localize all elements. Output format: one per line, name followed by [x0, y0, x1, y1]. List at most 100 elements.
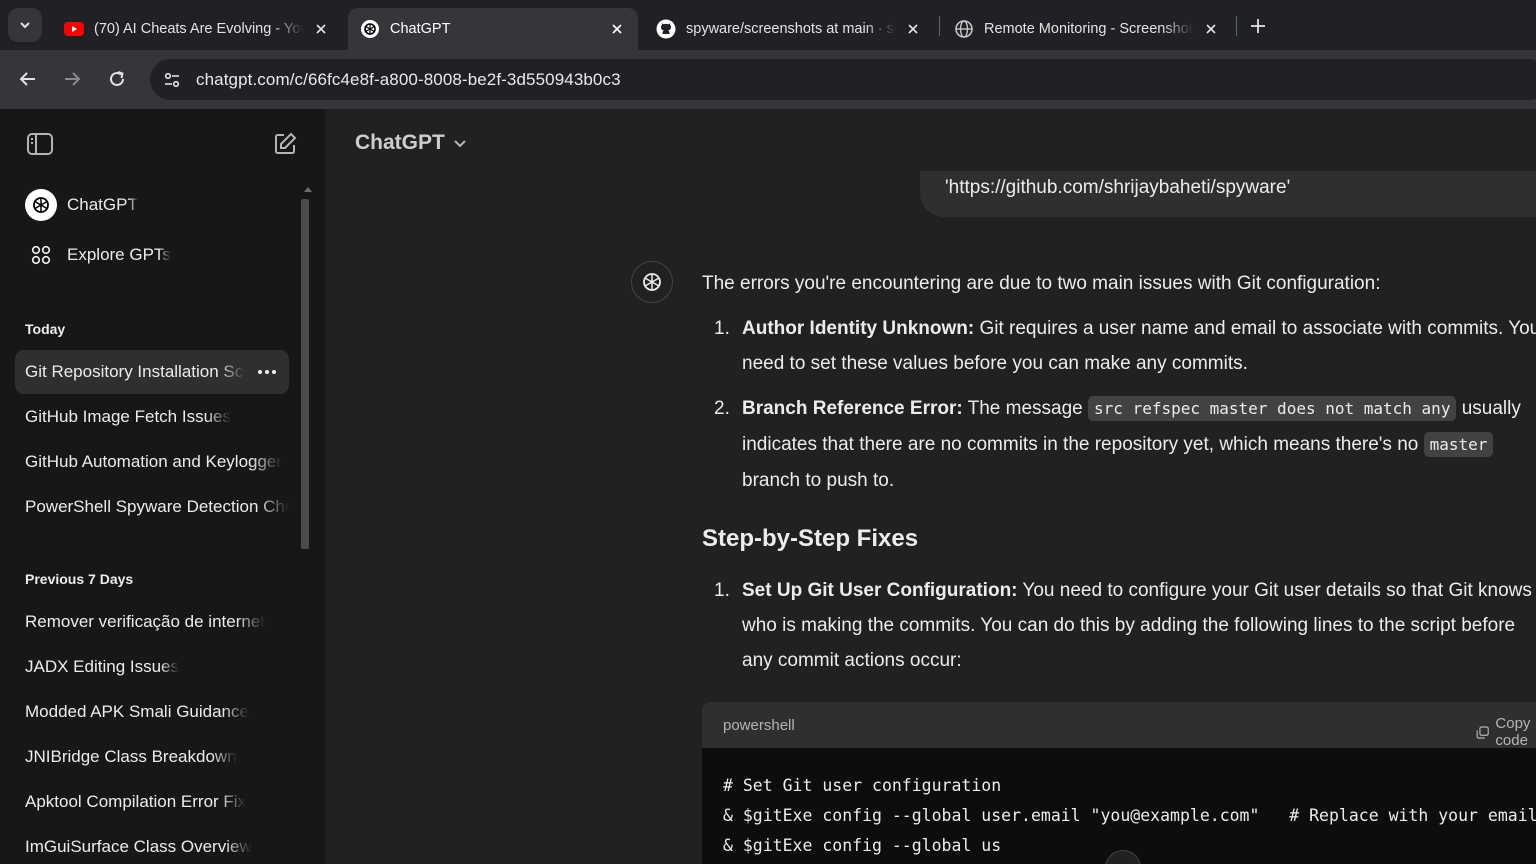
sidebar-toggle-icon: [27, 133, 53, 155]
chat-title: GitHub Automation and Keylogger: [25, 452, 283, 471]
tab-title: Remote Monitoring - Screenshots: [984, 21, 1194, 37]
inline-code: src refspec master does not match any: [1088, 396, 1457, 421]
chat-title: Git Repository Installation Script: [25, 362, 245, 381]
list-item: 1. Author Identity Unknown: Git requires…: [702, 311, 1536, 381]
openai-icon: [643, 273, 661, 291]
section-heading: Step-by-Step Fixes: [702, 525, 919, 552]
list-item-title: Author Identity Unknown:: [742, 318, 975, 339]
new-tab-button[interactable]: [1244, 12, 1272, 40]
chat-history-item[interactable]: GitHub Automation and Keylogger: [15, 440, 289, 484]
tab-youtube[interactable]: (70) AI Cheats Are Evolving - YouTube: [52, 8, 342, 50]
reload-icon: [110, 71, 124, 86]
chevron-down-icon: [454, 140, 466, 148]
chat-history-item[interactable]: Remover verificação de internet: [15, 600, 289, 644]
chat-title: Apktool Compilation Error Fix: [25, 792, 247, 811]
chevron-down-icon: [20, 22, 30, 29]
chat-title: JADX Editing Issues: [25, 657, 180, 676]
tab-github[interactable]: spyware/screenshots at main · shrijaybah…: [644, 8, 934, 50]
assistant-intro-paragraph: The errors you're encountering are due t…: [702, 273, 1381, 294]
list-item: 2. Branch Reference Error: The message s…: [702, 391, 1536, 499]
sidebar-item-chatgpt[interactable]: ChatGPT: [15, 183, 289, 227]
tab-title: (70) AI Cheats Are Evolving - YouTube: [94, 21, 304, 37]
reload-button[interactable]: [102, 64, 132, 94]
sidebar-item-explore-gpts[interactable]: Explore GPTs: [15, 233, 289, 277]
code-language-label: powershell: [723, 716, 795, 734]
list-number: 1.: [714, 318, 730, 339]
close-icon[interactable]: [608, 20, 626, 38]
section-heading-today: Today: [25, 321, 66, 337]
sidebar-item-label: Explore GPTs: [67, 245, 171, 264]
model-selector[interactable]: ChatGPT: [355, 131, 467, 155]
sidebar: ChatGPT Explore GPTs Today Git Repositor…: [0, 109, 325, 864]
youtube-icon: [64, 22, 84, 36]
chat-title: ImGuiSurface Class Overview: [25, 837, 252, 856]
chat-title: GitHub Image Fetch Issues: [25, 407, 231, 426]
list-item-title: Branch Reference Error:: [742, 398, 963, 419]
chat-title: Remover verificação de internet: [25, 612, 266, 631]
chat-history-item[interactable]: Apktool Compilation Error Fix: [15, 780, 289, 824]
site-info-icon[interactable]: [157, 65, 187, 95]
code-block-header: powershell Copy code: [702, 702, 1536, 749]
tab-search-button[interactable]: [8, 8, 42, 42]
chat-history-item[interactable]: Git Repository Installation Script: [15, 350, 289, 394]
close-icon[interactable]: [312, 20, 330, 38]
close-icon[interactable]: [904, 20, 922, 38]
sidebar-scrollbar[interactable]: [301, 199, 309, 549]
openai-icon: [361, 20, 379, 38]
model-label: ChatGPT: [355, 131, 445, 154]
chat-title: PowerShell Spyware Detection Check: [25, 497, 289, 516]
user-message-text: 'https://github.com/shrijaybaheti/spywar…: [945, 177, 1291, 198]
close-icon[interactable]: [1202, 20, 1220, 38]
chat-history-item[interactable]: Modded APK Smali Guidance: [15, 690, 289, 734]
grid-icon: [25, 239, 57, 271]
plus-icon: [1251, 19, 1265, 33]
chat-history-item[interactable]: JADX Editing Issues: [15, 645, 289, 689]
copy-icon: [1476, 725, 1489, 739]
code-line: & $gitExe config --global user.email "yo…: [723, 806, 1536, 825]
new-chat-button[interactable]: [267, 126, 303, 162]
code-content: # Set Git user configuration & $gitExe co…: [702, 748, 1536, 861]
sidebar-item-label: ChatGPT: [67, 195, 138, 214]
list-item-text: branch to push to.: [742, 470, 895, 491]
globe-icon: [955, 20, 973, 38]
tab-chatgpt[interactable]: ChatGPT: [348, 8, 638, 50]
chat-title: JNIBridge Class Breakdown: [25, 747, 237, 766]
conversation-area: ChatGPT 'https://github.com/shrijaybahet…: [325, 109, 1536, 864]
back-button[interactable]: [13, 64, 43, 94]
url-text[interactable]: chatgpt.com/c/66fc4e8f-a800-8008-be2f-3d…: [196, 70, 621, 90]
code-block: powershell Copy code # Set Git user conf…: [702, 702, 1536, 864]
more-options-icon[interactable]: [255, 360, 279, 384]
tab-remote-monitoring[interactable]: Remote Monitoring - Screenshots: [942, 8, 1232, 50]
chat-history-item[interactable]: GitHub Image Fetch Issues: [15, 395, 289, 439]
copy-code-button[interactable]: Copy code: [1476, 715, 1536, 749]
section-heading-previous-7-days: Previous 7 Days: [25, 571, 134, 587]
code-line: # Set Git user configuration: [723, 776, 1002, 795]
tab-title: spyware/screenshots at main · shrijaybah…: [686, 21, 896, 37]
inline-code: master: [1423, 432, 1494, 457]
arrow-left-icon: [19, 72, 35, 86]
chat-history-item[interactable]: ImGuiSurface Class Overview: [15, 825, 289, 864]
browser-tab-strip: (70) AI Cheats Are Evolving - YouTube Ch…: [0, 0, 1536, 50]
tab-title: ChatGPT: [390, 21, 451, 37]
assistant-avatar: [631, 261, 673, 303]
list-number: 1.: [714, 580, 730, 601]
user-message-bubble: 'https://github.com/shrijaybaheti/spywar…: [920, 171, 1536, 217]
edit-icon: [275, 132, 297, 154]
list-item: 1. Set Up Git User Configuration: You ne…: [702, 573, 1536, 678]
toggle-sidebar-button[interactable]: [22, 126, 58, 162]
forward-button[interactable]: [57, 64, 87, 94]
browser-toolbar: chatgpt.com/c/66fc4e8f-a800-8008-be2f-3d…: [0, 50, 1536, 109]
scroll-up-arrow[interactable]: [304, 187, 312, 192]
github-icon: [656, 19, 676, 39]
list-number: 2.: [714, 398, 730, 419]
list-item-title: Set Up Git User Configuration:: [742, 580, 1018, 601]
chat-history-item[interactable]: PowerShell Spyware Detection Check: [15, 485, 289, 529]
chat-history-item[interactable]: JNIBridge Class Breakdown: [15, 735, 289, 779]
address-bar[interactable]: chatgpt.com/c/66fc4e8f-a800-8008-be2f-3d…: [150, 59, 1536, 100]
list-item-text: The message: [962, 398, 1089, 419]
arrow-right-icon: [65, 72, 81, 86]
tab-separator: [939, 16, 940, 36]
tab-separator: [1236, 16, 1237, 36]
openai-icon: [25, 189, 57, 221]
copy-label: Copy code: [1495, 715, 1531, 749]
